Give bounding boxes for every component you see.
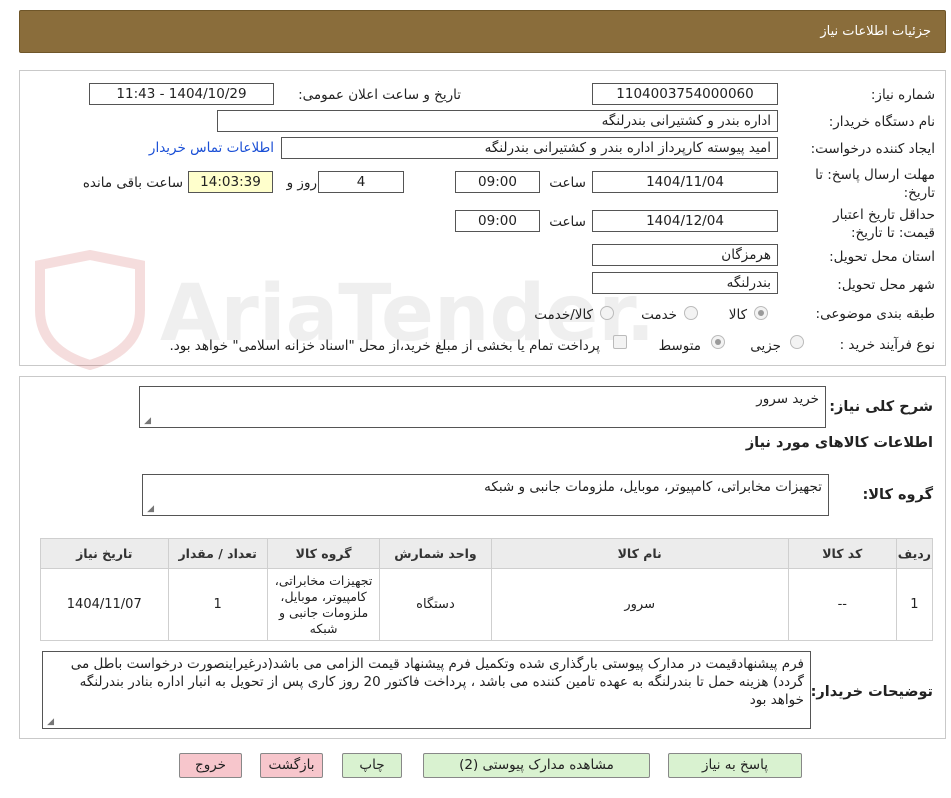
buyer-notes-label: توضیحات خریدار: (810, 684, 933, 700)
validity-time-field: 09:00 (455, 210, 540, 232)
buyer-org-label: نام دستگاه خریدار: (828, 114, 935, 130)
col-code: کد کالا (787, 538, 897, 569)
process-medium-label: متوسط (658, 338, 701, 354)
need-number-field: 1104003754000060 (592, 83, 778, 105)
back-button[interactable]: بازگشت (260, 753, 323, 778)
buyer-notes-field: فرم پیشنهادقیمت در مدارک پیوستی بارگذاری… (42, 651, 811, 729)
category-service-label: خدمت (641, 307, 677, 323)
cell-row: 1 (895, 568, 934, 641)
view-attachments-button[interactable]: مشاهده مدارک پیوستی (2) (423, 753, 650, 778)
exit-button[interactable]: خروج (179, 753, 242, 778)
goods-info-title: اطلاعات کالاهای مورد نیاز (745, 435, 933, 451)
page-title: جزئیات اطلاعات نیاز (820, 24, 931, 39)
goods-group-field: تجهیزات مخابراتی، کامپیوتر، موبایل، ملزو… (142, 474, 829, 516)
category-goods-label: کالا (728, 307, 747, 323)
treasury-payment-checkbox[interactable] (613, 335, 627, 349)
reply-button[interactable]: پاسخ به نیاز (668, 753, 802, 778)
deadline-date-field: 1404/11/04 (592, 171, 778, 193)
province-label: استان محل تحویل: (829, 249, 935, 265)
validity-date-field: 1404/12/04 (592, 210, 778, 232)
category-both-label: کالا/خدمت (534, 307, 593, 323)
validity-label-text: حداقل تاریخ اعتبار قیمت: تا تاریخ: (833, 207, 935, 241)
buyer-org-field: اداره بندر و کشتیرانی بندرلنگه (217, 110, 778, 132)
print-button[interactable]: چاپ (342, 753, 402, 778)
need-number-label: شماره نیاز: (870, 87, 935, 103)
deadline-label: مهلت ارسال پاسخ: تا تاریخ: (815, 166, 935, 202)
col-group: گروه کالا (266, 538, 381, 569)
creator-field: امید پیوسته کارپرداز اداره بندر و کشتیرا… (281, 137, 778, 159)
category-both-radio[interactable] (600, 306, 614, 320)
cell-date: 1404/11/07 (40, 568, 169, 641)
resize-grip-icon[interactable]: ◢ (142, 417, 151, 426)
page-header: جزئیات اطلاعات نیاز (19, 10, 946, 53)
process-label: نوع فرآیند خرید : (839, 337, 935, 353)
deadline-label-text: مهلت ارسال پاسخ: تا تاریخ: (815, 167, 935, 201)
process-medium-radio[interactable] (711, 335, 725, 349)
need-summary-text: خرید سرور (756, 391, 819, 407)
process-minor-label: جزیی (750, 338, 781, 354)
validity-time-label: ساعت (549, 214, 586, 230)
announce-field: 1404/10/29 - 11:43 (89, 83, 274, 105)
deadline-time-label: ساعت (549, 175, 586, 191)
goods-group-text: تجهیزات مخابراتی، کامپیوتر، موبایل، ملزو… (484, 479, 822, 495)
category-service-radio[interactable] (684, 306, 698, 320)
category-label: طبقه بندی موضوعی: (815, 306, 935, 322)
cell-group: تجهیزات مخابراتی، کامپیوتر، موبایل، ملزو… (266, 568, 381, 641)
col-row: ردیف (895, 538, 934, 569)
table-row: 1 -- سرور دستگاه تجهیزات مخابراتی، کامپی… (40, 568, 934, 641)
days-label: روز و (286, 175, 317, 191)
col-unit: واحد شمارش (379, 538, 492, 569)
remaining-time-field: 14:03:39 (188, 171, 273, 193)
cell-unit: دستگاه (379, 568, 492, 641)
resize-grip-icon[interactable]: ◢ (45, 718, 54, 727)
col-qty: تعداد / مقدار (167, 538, 268, 569)
buyer-notes-text: فرم پیشنهادقیمت در مدارک پیوستی بارگذاری… (70, 656, 804, 708)
validity-label: حداقل تاریخ اعتبار قیمت: تا تاریخ: (815, 206, 935, 242)
cell-code: -- (787, 568, 897, 641)
cell-name: سرور (490, 568, 789, 641)
category-goods-radio[interactable] (754, 306, 768, 320)
treasury-payment-note: پرداخت تمام یا بخشی از مبلغ خرید،از محل … (169, 338, 600, 354)
col-date: تاریخ نیاز (40, 538, 169, 569)
items-table: ردیف کد کالا نام کالا واحد شمارش گروه کا… (40, 538, 934, 641)
deadline-time-field: 09:00 (455, 171, 540, 193)
need-summary-field: خرید سرور ◢ (139, 386, 826, 428)
table-header-row: ردیف کد کالا نام کالا واحد شمارش گروه کا… (40, 538, 934, 569)
days-field: 4 (318, 171, 404, 193)
buyer-contact-link[interactable]: اطلاعات تماس خریدار (149, 140, 274, 156)
cell-qty: 1 (167, 568, 268, 641)
goods-group-label: گروه کالا: (862, 487, 933, 503)
col-name: نام کالا (490, 538, 789, 569)
process-minor-radio[interactable] (790, 335, 804, 349)
creator-label: ایجاد کننده درخواست: (810, 141, 935, 157)
remaining-label: ساعت باقی مانده (82, 175, 183, 191)
city-label: شهر محل تحویل: (837, 277, 935, 293)
announce-label: تاریخ و ساعت اعلان عمومی: (298, 87, 461, 103)
need-summary-label: شرح کلی نیاز: (829, 399, 933, 415)
resize-grip-icon[interactable]: ◢ (145, 505, 154, 514)
